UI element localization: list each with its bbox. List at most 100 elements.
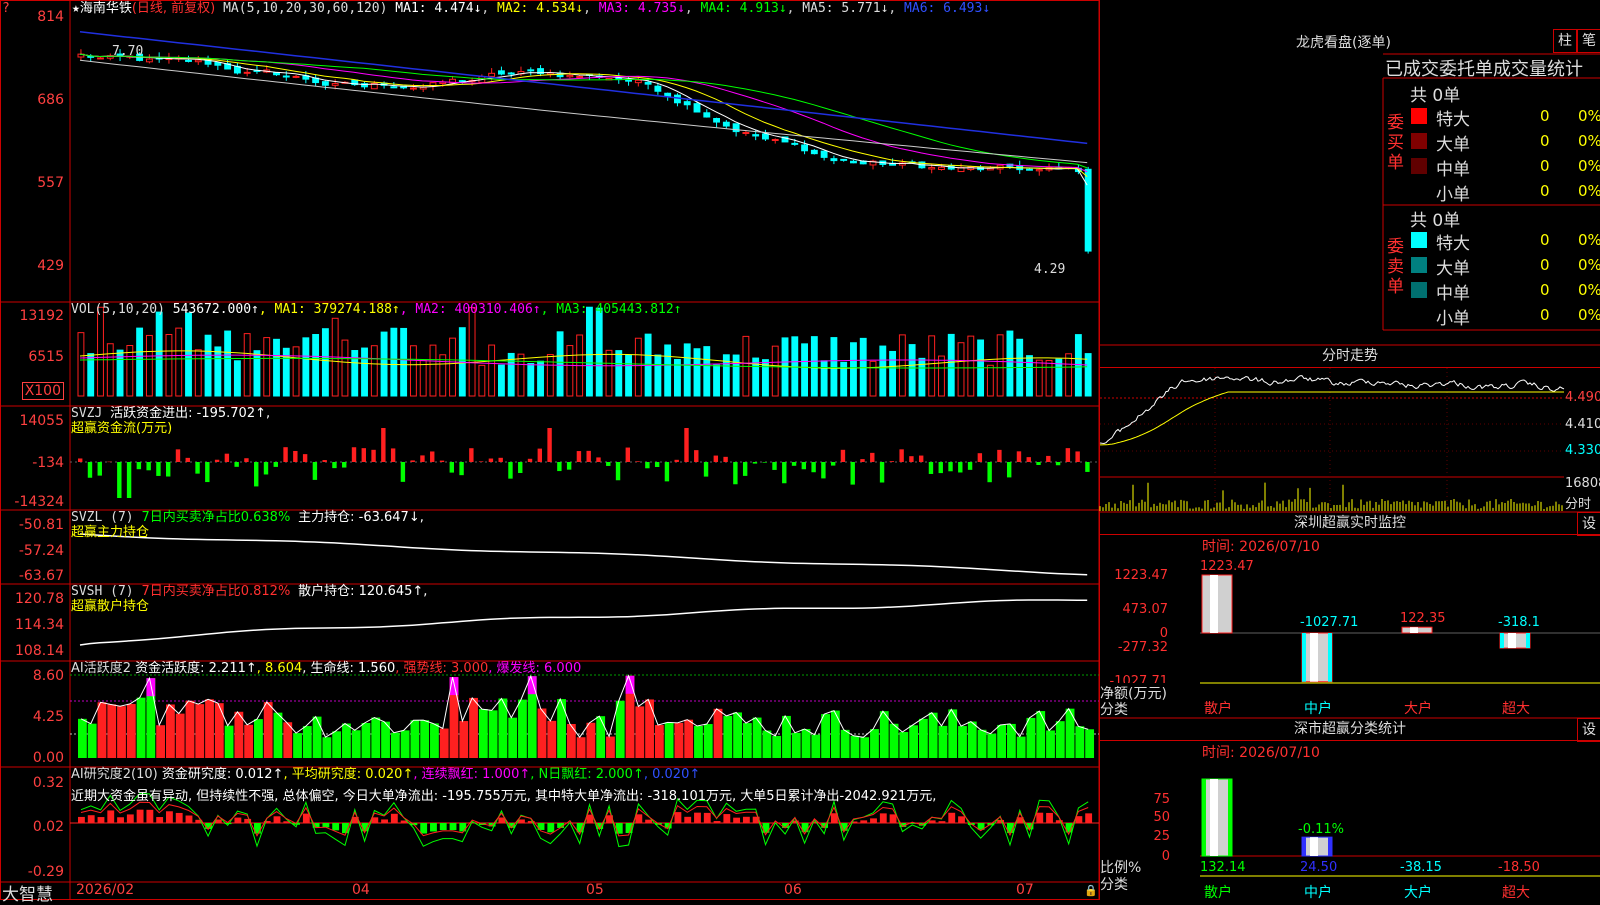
volume-bar bbox=[292, 346, 300, 397]
ma30-line bbox=[79, 53, 1088, 169]
ai-research-bar bbox=[928, 820, 936, 823]
candle-body bbox=[243, 71, 251, 74]
candle-body bbox=[810, 149, 818, 155]
monitor-axis-1: 473.07 bbox=[1122, 602, 1169, 617]
ai-research-bar bbox=[117, 817, 124, 823]
candle-body bbox=[321, 81, 329, 86]
ai-active-bar bbox=[244, 724, 254, 758]
ai-active-bar bbox=[967, 721, 977, 758]
svzj-bar bbox=[175, 449, 181, 462]
ai-research-bar bbox=[390, 813, 398, 823]
volume-bar bbox=[801, 343, 809, 397]
svzj-bar bbox=[615, 462, 621, 481]
candle-body bbox=[409, 87, 417, 90]
candle-body bbox=[850, 160, 857, 164]
volume-bar bbox=[634, 337, 642, 397]
candle-body bbox=[566, 74, 574, 78]
volume-bar bbox=[478, 364, 486, 397]
ai-active-axis-top: 8.60 bbox=[32, 668, 64, 684]
ai-active-bar bbox=[615, 700, 625, 758]
svzj-bar bbox=[195, 462, 200, 474]
classify-category: 散户 bbox=[1204, 885, 1232, 901]
ai-research-bar bbox=[1036, 812, 1044, 823]
vol-value: 543672.000↑ bbox=[172, 302, 259, 317]
ai-active-axis-mid: 4.25 bbox=[32, 709, 64, 725]
svzj-bar bbox=[1065, 448, 1071, 462]
volume-bar bbox=[243, 333, 251, 397]
ai-active-bar bbox=[782, 715, 791, 758]
svzj-bar bbox=[205, 462, 210, 483]
svzj-bar bbox=[1075, 451, 1080, 462]
svzj-axis-top: 14055 bbox=[19, 413, 64, 429]
tick-mode-button[interactable]: 笔 bbox=[1577, 29, 1600, 53]
svzj-bar bbox=[87, 462, 93, 478]
svzj-bar bbox=[918, 455, 924, 462]
ai-active-burst: , 爆发线: 6.000 bbox=[488, 661, 582, 676]
ai-active-bar bbox=[723, 715, 733, 758]
svzj-bar bbox=[909, 456, 914, 462]
lock-icon[interactable]: 🔒 bbox=[1084, 884, 1098, 897]
svzj-bar bbox=[557, 462, 562, 472]
svzj-bar bbox=[1006, 462, 1012, 478]
candle-body bbox=[1035, 169, 1043, 172]
ai-active-bar bbox=[361, 722, 371, 758]
svzj-bar bbox=[1016, 451, 1022, 462]
svzj-bar bbox=[967, 462, 973, 470]
vol-legend: VOL(5,10,20) 543672.000↑, MA1: 379274.18… bbox=[71, 302, 682, 317]
ma10-line bbox=[79, 53, 1088, 177]
svzj-bar bbox=[713, 455, 719, 462]
stock-name[interactable]: 海南华铁 bbox=[80, 1, 132, 16]
candle-body bbox=[644, 81, 652, 85]
brand-label[interactable]: 大智慧 bbox=[2, 880, 53, 905]
svzj-bar bbox=[107, 461, 112, 463]
candle-body bbox=[185, 59, 192, 62]
bar-mode-button[interactable]: 柱 bbox=[1553, 29, 1577, 53]
svzj-bar bbox=[244, 458, 249, 462]
svzj-bar bbox=[762, 462, 767, 463]
ai-active-bar bbox=[410, 720, 420, 758]
svzj-bar bbox=[361, 448, 366, 462]
ai-research-bar bbox=[420, 823, 428, 834]
candle-body bbox=[1084, 168, 1092, 252]
volume-bar bbox=[938, 355, 945, 397]
svzj-bar bbox=[185, 457, 190, 462]
ai-research-bar bbox=[1046, 812, 1053, 823]
panel-menu-icon[interactable]: ? bbox=[2, 1, 10, 16]
svzj-bar bbox=[654, 462, 660, 467]
svzj-bar bbox=[860, 459, 865, 462]
svzj-bar bbox=[889, 461, 895, 462]
ai-active-bar bbox=[713, 708, 723, 758]
ai-research-bar bbox=[126, 814, 134, 823]
volume-bar bbox=[615, 350, 623, 397]
color-swatch bbox=[1411, 133, 1427, 149]
classify-settings-button[interactable]: 设 bbox=[1577, 718, 1600, 742]
ai-research-bar bbox=[694, 812, 701, 823]
ai-active-bar bbox=[205, 699, 214, 758]
svzj-bar bbox=[263, 462, 269, 475]
ai-active-legend: AI活跃度2 资金活跃度: 2.211↑, 8.604, 生命线: 1.560,… bbox=[71, 661, 581, 676]
svzj-bar bbox=[791, 462, 797, 466]
ai-research-bar bbox=[156, 817, 164, 823]
ai-research-bar bbox=[459, 823, 467, 832]
ai-active-bar bbox=[694, 725, 703, 758]
ai-active-bar bbox=[821, 714, 830, 758]
candle-body bbox=[742, 131, 750, 134]
ai-active-bar bbox=[830, 710, 840, 758]
adjust-mode[interactable]: (日线, 前复权) bbox=[132, 1, 215, 16]
row-count: 0 bbox=[1540, 157, 1550, 175]
date-tick-04: 04 bbox=[352, 882, 370, 898]
row-count: 0 bbox=[1540, 107, 1550, 125]
price-axis-686: 686 bbox=[37, 92, 64, 108]
svzj-bar bbox=[332, 462, 337, 469]
monitor-settings-button[interactable]: 设 bbox=[1577, 512, 1600, 536]
vol-unit-badge[interactable]: X100 bbox=[21, 382, 64, 400]
svzj-bar bbox=[752, 462, 758, 464]
volume-bar bbox=[820, 360, 828, 397]
monitor-bar-label: -318.1 bbox=[1498, 615, 1540, 630]
favorite-star-icon[interactable]: ★ bbox=[72, 1, 80, 16]
ai-active-bar bbox=[566, 723, 576, 758]
ai-active-bar bbox=[801, 728, 811, 758]
ai-active-bar bbox=[733, 712, 742, 758]
chart-canvas[interactable] bbox=[0, 0, 1600, 900]
svzl-subtitle: 超赢主力持仓 bbox=[71, 525, 150, 540]
